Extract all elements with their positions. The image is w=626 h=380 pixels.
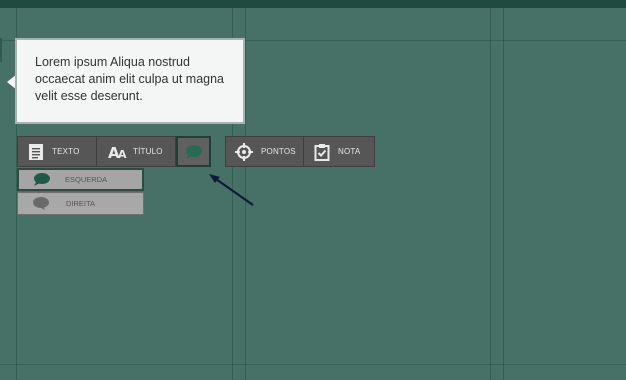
titulo-button[interactable]: A A TÍTULO xyxy=(96,136,176,167)
svg-text:A: A xyxy=(118,148,127,160)
nota-button[interactable]: NOTA xyxy=(303,136,375,167)
titulo-label: TÍTULO xyxy=(133,147,163,156)
speech-bubble-left-icon xyxy=(33,172,57,187)
guide-line xyxy=(0,364,626,365)
top-bar xyxy=(0,0,626,8)
crosshair-icon xyxy=(235,142,253,161)
guide-line xyxy=(490,8,491,380)
texto-button[interactable]: TEXTO xyxy=(17,136,97,167)
speech-bubble-right-icon xyxy=(32,196,56,211)
balloon-button[interactable] xyxy=(176,136,211,167)
arrow-annotation-icon xyxy=(209,174,254,206)
pontos-label: PONTOS xyxy=(261,147,296,156)
direita-label: DIREITA xyxy=(66,199,96,208)
guide-line xyxy=(503,8,504,380)
nota-label: NOTA xyxy=(338,147,361,156)
bubble-text[interactable]: Lorem ipsum Aliqua nostrud occaecat anim… xyxy=(35,54,235,105)
esquerda-label: ESQUERDA xyxy=(65,175,108,184)
edge-handle[interactable] xyxy=(0,38,2,62)
clipboard-check-icon xyxy=(314,143,330,161)
pontos-button[interactable]: PONTOS xyxy=(225,136,304,167)
balloon-right-option[interactable]: DIREITA xyxy=(17,192,144,215)
texto-label: TEXTO xyxy=(52,147,80,156)
font-size-icon: A A xyxy=(108,144,128,160)
speech-bubble-icon xyxy=(185,144,203,160)
balloon-left-option[interactable]: ESQUERDA xyxy=(17,168,144,191)
document-icon xyxy=(28,143,44,161)
text-bubble[interactable]: Lorem ipsum Aliqua nostrud occaecat anim… xyxy=(15,38,245,124)
